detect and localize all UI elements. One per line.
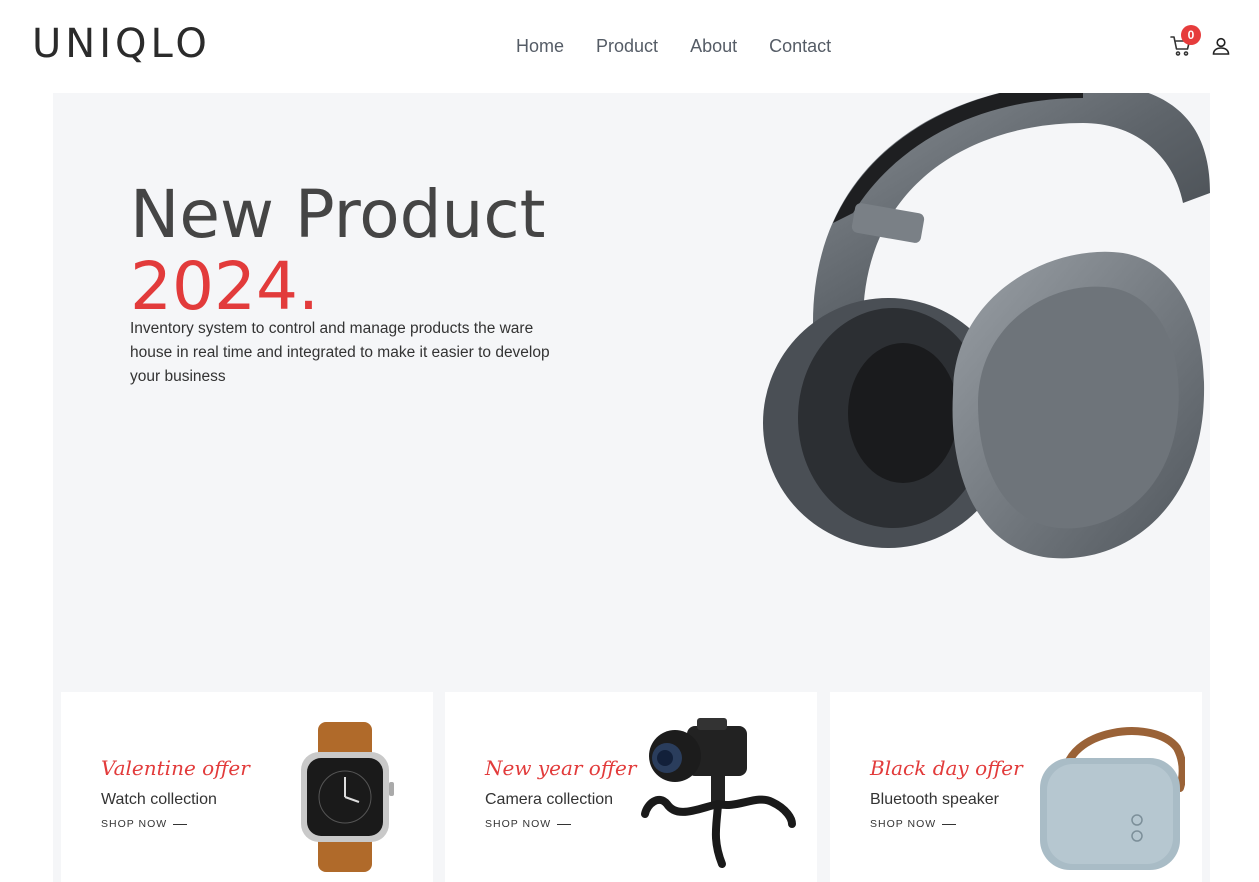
hero-title: New Product: [130, 176, 546, 253]
speaker-image: [1040, 727, 1185, 870]
offer-title: New year offer: [485, 756, 637, 780]
brand-logo[interactable]: UNIQLO: [32, 22, 211, 66]
collection-name: Watch collection: [101, 791, 217, 808]
offer-card-camera[interactable]: New year offer Camera collection SHOP NO…: [445, 692, 817, 882]
shop-now-link[interactable]: SHOP NOW: [485, 818, 572, 830]
main-nav: Home Product About Contact: [516, 34, 863, 58]
camera-image: [641, 718, 796, 868]
headphones-image: [763, 93, 1210, 559]
watch-image: [301, 722, 394, 872]
cart-count-badge: 0: [1181, 25, 1201, 45]
hero-description: Inventory system to control and manage p…: [130, 320, 550, 385]
collection-name: Camera collection: [485, 791, 614, 808]
nav-home-link[interactable]: Home: [516, 34, 564, 58]
shop-now-link[interactable]: SHOP NOW: [101, 818, 188, 830]
collection-name: Bluetooth speaker: [870, 791, 999, 808]
offer-title: Valentine offer: [101, 756, 250, 780]
nav-contact-link[interactable]: Contact: [769, 34, 831, 58]
nav-product-link[interactable]: Product: [596, 34, 658, 58]
nav-about-link[interactable]: About: [690, 34, 737, 58]
site-header: UNIQLO Home Product About Contact 0: [0, 0, 1259, 92]
shop-now-link[interactable]: SHOP NOW: [870, 818, 957, 830]
offer-card-watch[interactable]: Valentine offer Watch collection SHOP NO…: [61, 692, 433, 882]
offer-card-speaker[interactable]: Black day offer Bluetooth speaker SHOP N…: [830, 692, 1202, 882]
offer-title: Black day offer: [870, 756, 1023, 780]
hero-year: 2024.: [130, 248, 319, 325]
user-icon[interactable]: [1211, 36, 1231, 56]
